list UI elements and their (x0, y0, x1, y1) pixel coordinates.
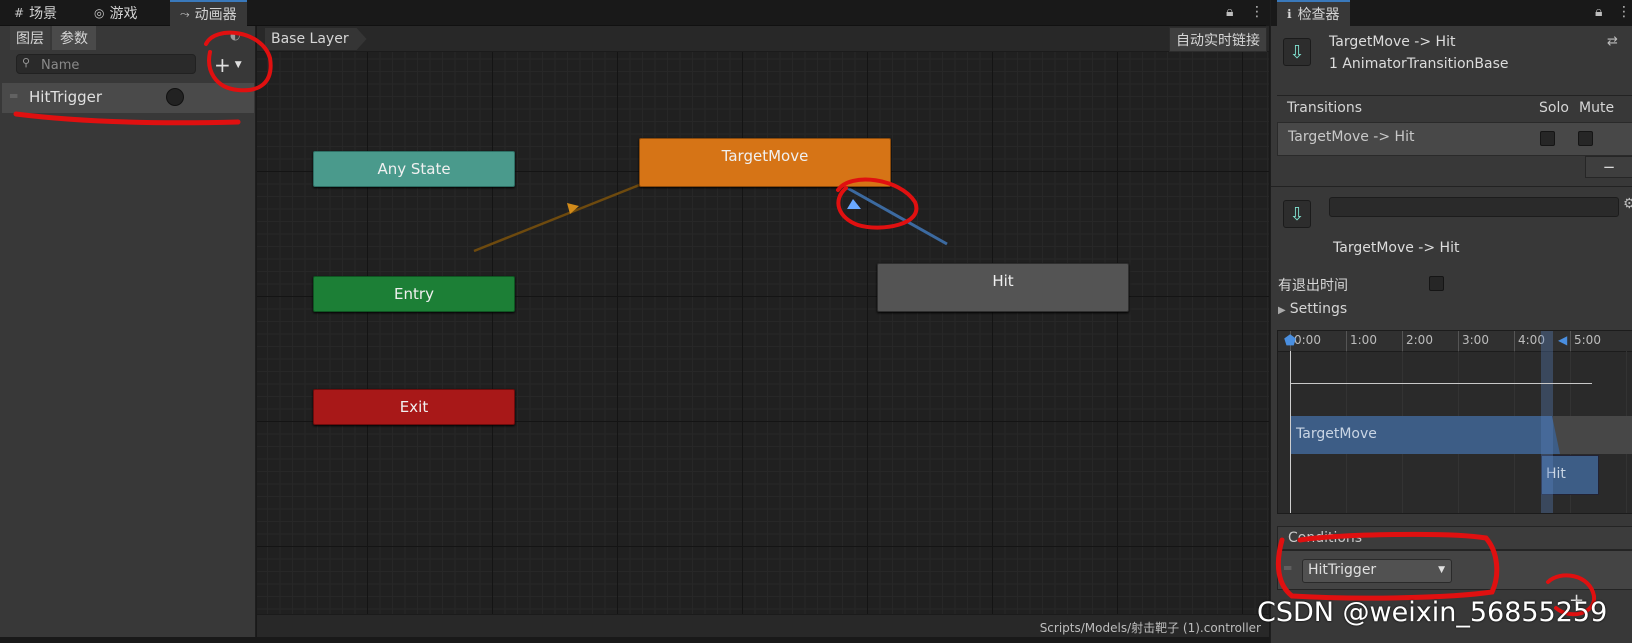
watermark-text: CSDN @weixin_56855259 (1257, 597, 1608, 628)
annotation-overlay (13, 30, 1596, 617)
annotation-circle-condition (1275, 531, 1500, 601)
annotation-circle-transition-arrow (836, 177, 919, 230)
annotation-circle-add-param (204, 30, 273, 93)
annotation-underline-param (13, 111, 241, 126)
